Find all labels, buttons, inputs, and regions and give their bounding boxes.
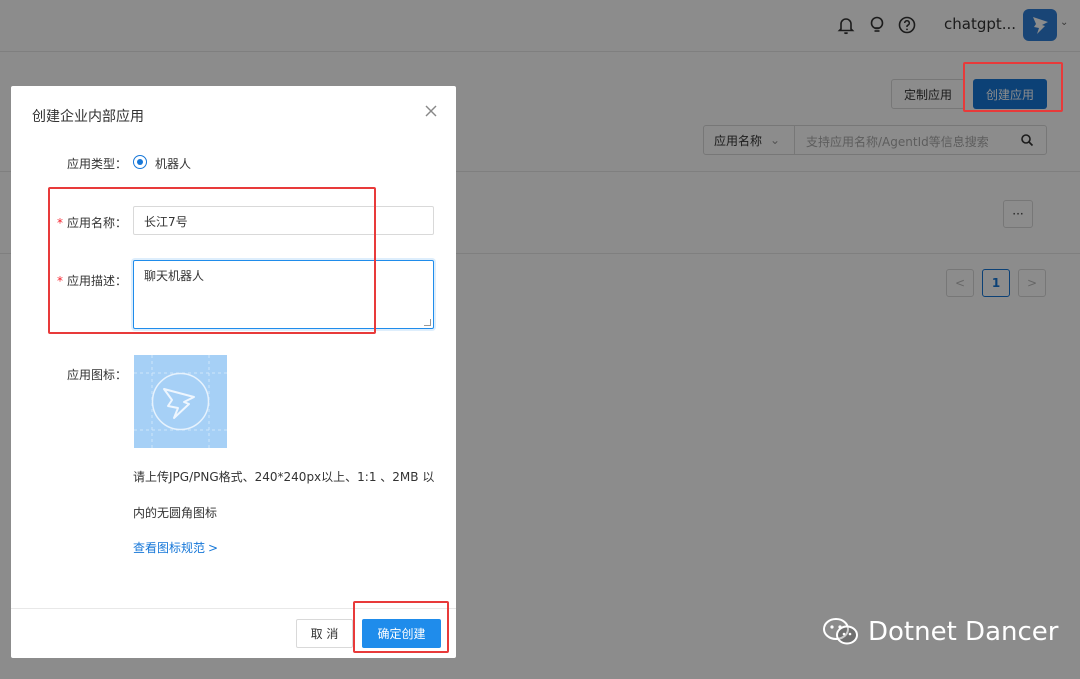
create-app-dialog: 创建企业内部应用 应用类型： 机器人 * 应用名称： 长江7号 * 应用描述： 聊天… <box>11 86 456 658</box>
robot-type-radio[interactable] <box>133 155 147 169</box>
app-icon-label: 应用图标： <box>66 368 127 382</box>
watermark: Dotnet Dancer <box>822 614 1058 650</box>
cancel-button[interactable]: 取 消 <box>296 619 353 648</box>
icon-hint-line2: 内的无圆角图标 <box>133 506 218 520</box>
icon-spec-link-text: 查看图标规范 <box>133 541 206 555</box>
robot-type-label[interactable]: 机器人 <box>155 155 191 172</box>
wechat-icon <box>823 618 858 645</box>
chevron-right-icon: > <box>208 541 219 555</box>
resize-handle[interactable] <box>424 319 431 326</box>
highlight-confirm <box>353 601 449 653</box>
watermark-text: Dotnet Dancer <box>868 617 1059 647</box>
highlight-form-fields <box>48 187 376 334</box>
dingtalk-icon-placeholder <box>134 355 227 448</box>
dialog-title: 创建企业内部应用 <box>32 109 144 125</box>
close-icon[interactable] <box>420 100 442 122</box>
icon-spec-link[interactable]: 查看图标规范 > <box>133 539 218 556</box>
app-type-label: 应用类型： <box>66 157 127 171</box>
app-icon-upload[interactable] <box>134 355 227 448</box>
highlight-create-app <box>963 62 1063 112</box>
icon-hint-line1: 请上传JPG/PNG格式、240*240px以上、1:1 、2MB 以 <box>133 470 435 484</box>
